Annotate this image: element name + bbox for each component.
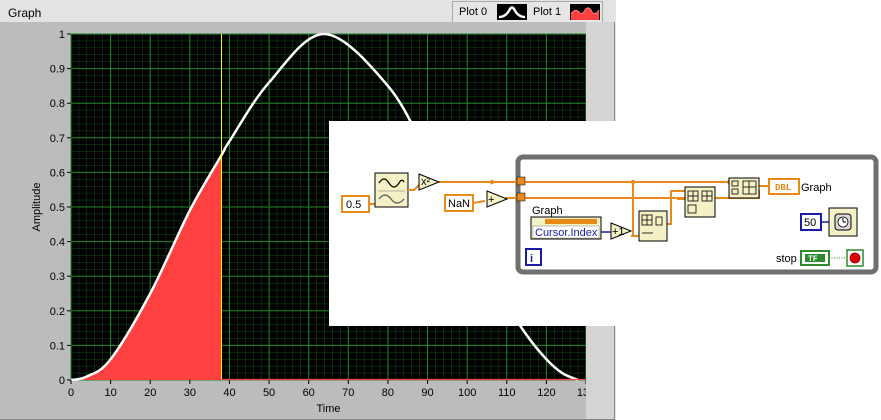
plot0-line-icon — [498, 6, 526, 19]
tunnel-top[interactable] — [516, 176, 526, 186]
x-tick-label: 20 — [144, 387, 156, 399]
y-tick-label: 0.1 — [50, 340, 65, 352]
block-diagram-canvas: 0.5 x² NaN + Graph Cursor.Index +1 DBL G… — [341, 154, 879, 275]
y-tick-label: 0.5 — [50, 202, 65, 214]
indicator-label: Graph — [801, 182, 832, 194]
y-tick-label: 0.4 — [50, 237, 65, 249]
iteration-label: i — [530, 253, 533, 265]
stop-label: stop — [776, 253, 797, 265]
sine-waveform-vi[interactable] — [374, 172, 409, 208]
wait-value: 50 — [804, 217, 816, 229]
x-tick-label: 60 — [303, 387, 315, 399]
x-tick-label: 0 — [68, 387, 74, 399]
x-tick-label: 80 — [382, 387, 394, 399]
x-tick-label: 90 — [421, 387, 433, 399]
x-tick-label: 100 — [458, 387, 476, 399]
legend-plot1-swatch[interactable] — [570, 4, 600, 20]
y-axis-title: Amplitude — [31, 183, 43, 232]
y-tick-label: 0.2 — [50, 306, 65, 318]
x-tick-label: 40 — [223, 387, 235, 399]
square-node-label: x² — [421, 176, 431, 188]
x-tick-label: 10 — [104, 387, 116, 399]
replace-array-node[interactable] — [684, 186, 716, 218]
stop-condition-icon[interactable] — [846, 249, 864, 267]
plot-legend[interactable]: Plot 0 Plot 1 — [452, 1, 603, 24]
x-tick-label: 110 — [498, 387, 516, 399]
y-tick-label: 0.6 — [50, 167, 65, 179]
legend-plot0-label: Plot 0 — [459, 6, 488, 18]
plot1-fill-icon — [570, 7, 600, 20]
y-tick-label: 0 — [59, 375, 65, 387]
property-item-cursor-index: Cursor.Index — [535, 227, 598, 239]
y-tick-label: 1 — [59, 29, 65, 41]
block-diagram: 0.5 x² NaN + Graph Cursor.Index +1 DBL G… — [329, 121, 881, 326]
x-tick-label: 70 — [342, 387, 354, 399]
legend-plot1-label: Plot 1 — [533, 6, 562, 18]
array-subset-node[interactable] — [638, 210, 668, 242]
x-axis: 0102030405060708090100110120130 — [68, 380, 595, 399]
increment-label: +1 — [612, 226, 625, 238]
property-node-ref — [545, 219, 597, 224]
y-tick-label: 0.7 — [50, 133, 65, 145]
bool-type: TF — [808, 255, 818, 264]
const-nan-value: NaN — [448, 198, 470, 210]
y-tick-label: 0.9 — [50, 64, 65, 76]
x-tick-label: 50 — [263, 387, 275, 399]
x-axis-title: Time — [316, 403, 340, 415]
const-half-value: 0.5 — [346, 199, 361, 211]
indicator-type: DBL — [775, 183, 791, 193]
x-tick-label: 120 — [537, 387, 555, 399]
property-node-title: Graph — [532, 205, 563, 217]
y-axis: 0 0.1 0.2 0.3 0.4 0.5 0.6 0.7 0.8 0.9 1 — [50, 29, 71, 387]
tunnel-bottom[interactable] — [516, 192, 526, 202]
stopwatch-icon — [834, 213, 852, 231]
y-tick-label: 0.8 — [50, 98, 65, 110]
legend-plot0-swatch[interactable] — [497, 4, 527, 20]
x-tick-label: 30 — [184, 387, 196, 399]
graph-title: Graph — [8, 6, 42, 20]
y-tick-label: 0.3 — [50, 271, 65, 283]
add-node-label: + — [488, 194, 494, 206]
iteration-terminal[interactable] — [525, 248, 542, 266]
